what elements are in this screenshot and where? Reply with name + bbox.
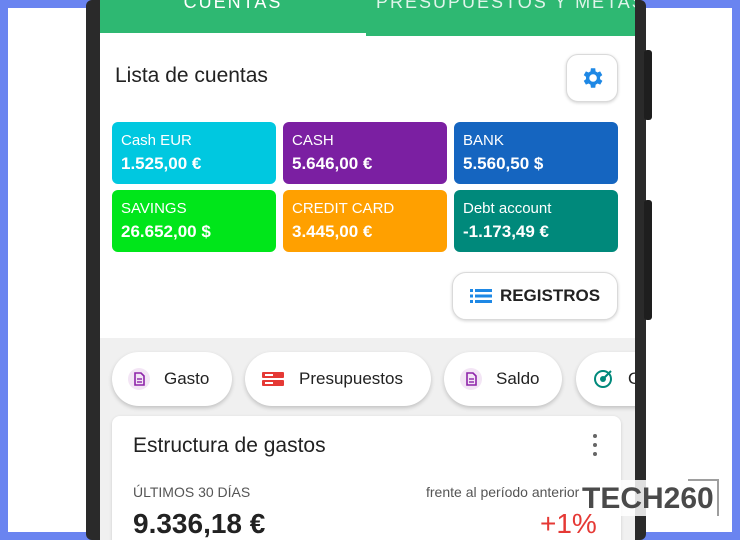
tab-bar: CUENTAS PRESUPUESTOS Y METAS [100,0,635,36]
registros-label: REGISTROS [499,286,601,305]
watermark-logo: TECH260 [582,479,719,516]
account-name: Debt account [463,200,552,217]
phone-volume-button [644,50,652,120]
account-tile-bank[interactable]: BANK 5.560,50 $ [454,122,618,184]
gear-icon [583,68,603,88]
account-tile-debt-account[interactable]: Debt account -1.173,49 € [454,190,618,252]
expenses-amount: 9.336,18 € [133,508,266,539]
account-name: BANK [463,132,504,149]
tab-cuentas[interactable]: CUENTAS [100,0,366,28]
account-balance: 5.560,50 $ [463,154,544,173]
chip-label: Saldo [496,369,540,388]
account-balance: 26.652,00 $ [121,222,211,241]
account-name: Cash EUR [121,132,192,149]
more-options-icon[interactable] [586,432,604,458]
registros-button[interactable]: REGISTROS [452,272,618,320]
period-label: ÚLTIMOS 30 DÍAS [133,484,251,500]
phone-power-button [644,200,652,320]
chip-presupuestos[interactable]: Presupuestos [245,352,431,406]
comparison-label: frente al período anterior [426,484,580,500]
account-balance: 5.646,00 € [292,154,373,173]
account-tile-cash-eur[interactable]: Cash EUR 1.525,00 € [112,122,276,184]
accounts-title: Lista de cuentas [115,64,268,87]
account-tile-cash[interactable]: CASH 5.646,00 € [283,122,447,184]
account-balance: 3.445,00 € [292,222,373,241]
svg-text:TECH260: TECH260 [582,482,714,515]
list-icon [469,289,492,303]
target-icon [594,370,612,388]
settings-button[interactable] [566,54,618,102]
chip-objetivos[interactable]: O [576,352,635,406]
chip-label: Gasto [164,369,210,388]
tab-presupuestos-metas[interactable]: PRESUPUESTOS Y METAS [376,0,635,28]
account-tile-savings[interactable]: SAVINGS 26.652,00 $ [112,190,276,252]
account-name: CREDIT CARD [292,200,395,217]
app-screen: CUENTAS PRESUPUESTOS Y METAS Lista de cu… [100,0,635,540]
document-icon [460,368,482,390]
expenses-title: Estructura de gastos [133,434,326,457]
account-name: CASH [292,132,334,149]
account-balance: -1.173,49 € [463,222,550,241]
chip-saldo[interactable]: Saldo [444,352,562,406]
chip-gasto[interactable]: Gasto [112,352,232,406]
account-balance: 1.525,00 € [121,154,202,173]
chip-label: Presupuestos [299,369,403,388]
account-tile-credit-card[interactable]: CREDIT CARD 3.445,00 € [283,190,447,252]
document-icon [128,368,150,390]
expenses-card: Estructura de gastos ÚLTIMOS 30 DÍAS fre… [112,416,621,540]
budget-icon [262,372,284,386]
account-name: SAVINGS [121,200,187,217]
chip-label: O [628,369,635,388]
